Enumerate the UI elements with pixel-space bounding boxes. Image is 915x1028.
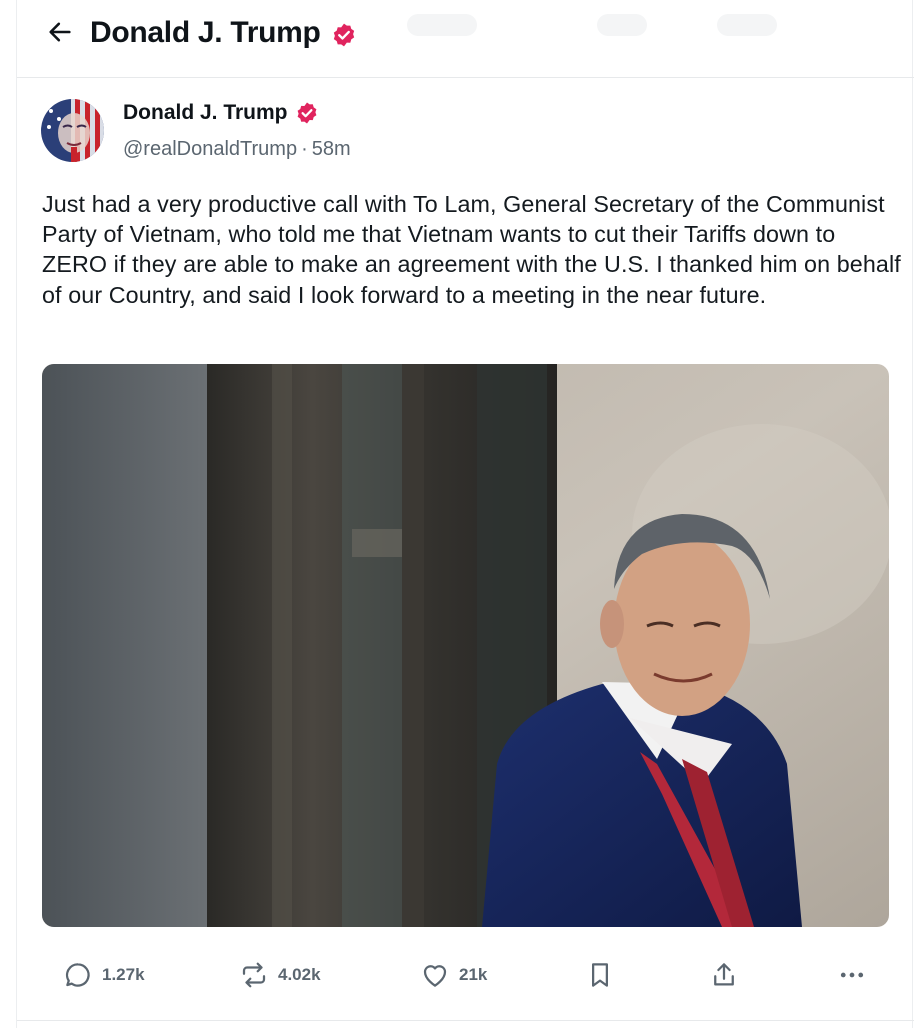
reply-count: 1.27k (102, 965, 145, 984)
author-name[interactable]: Donald J. Trump (123, 100, 288, 126)
more-options-button[interactable] (837, 958, 867, 992)
bookmark-icon (592, 963, 608, 987)
like-icon (423, 965, 447, 987)
reply-icon (65, 963, 90, 987)
bookmark-button[interactable] (585, 958, 615, 992)
post-meta: @realDonaldTrump · 58m (123, 136, 351, 162)
repost-button[interactable]: 4.02k (239, 958, 321, 992)
repost-icon (242, 962, 266, 988)
post-time[interactable]: 58m (312, 138, 351, 160)
verified-badge-icon (297, 102, 317, 124)
avatar[interactable] (41, 99, 104, 162)
share-button[interactable] (709, 958, 739, 992)
more-icon (840, 972, 864, 978)
meta-separator: · (301, 138, 308, 160)
verified-badge-icon (333, 23, 355, 47)
share-icon (714, 963, 734, 986)
post-text: Just had a very productive call with To … (42, 191, 901, 308)
repost-count: 4.02k (278, 965, 321, 984)
back-button[interactable] (45, 17, 75, 47)
author-handle[interactable]: @realDonaldTrump (123, 138, 297, 160)
page-header: Donald J. Trump (17, 0, 914, 78)
post-image[interactable] (42, 364, 889, 927)
post-page: Donald J. Trump Donald J. Trump @realDon… (16, 0, 914, 1028)
divider (17, 1020, 914, 1021)
like-button[interactable]: 21k (420, 958, 487, 992)
like-count: 21k (459, 965, 488, 984)
reply-button[interactable]: 1.27k (63, 958, 145, 992)
page-title: Donald J. Trump (90, 16, 321, 49)
back-arrow-icon (49, 22, 71, 42)
post-action-bar: 1.27k 4.02k 21k (17, 950, 914, 1000)
